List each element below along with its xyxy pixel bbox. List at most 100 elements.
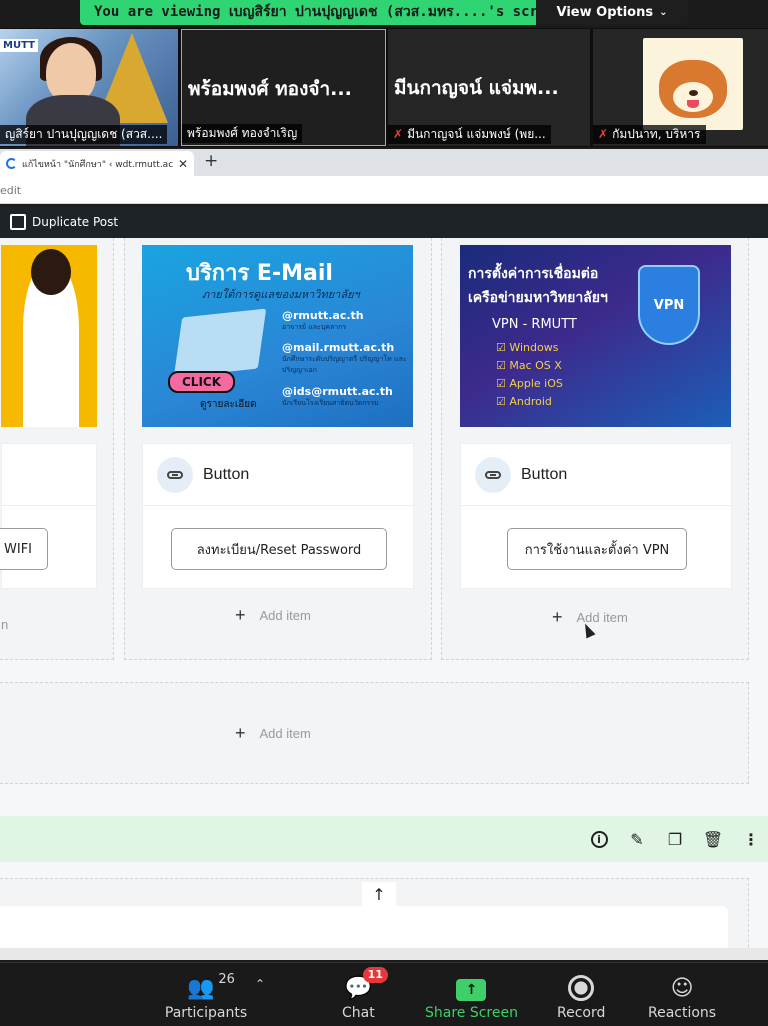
reactions-label: Reactions xyxy=(648,1005,717,1021)
participant-name: ญสิร์ยา ปานปุญญเดช (สวส.... xyxy=(5,127,163,141)
participants-button[interactable]: 👥 26 ⌃ Participants xyxy=(165,969,265,1021)
card-image xyxy=(1,245,97,427)
share-screen-button[interactable]: ↑ Share Screen xyxy=(425,969,518,1021)
builder-column[interactable]: การตั้งค่าการเชื่อมต่อ เครือข่ายมหาวิทยา… xyxy=(441,238,749,660)
url-text: edit xyxy=(0,184,22,197)
section-toolbar: i ✎ ❐ 🗑 ⋮ xyxy=(0,816,768,862)
participant-name: กัมปนาท, บริหาร xyxy=(612,127,701,141)
smiley-icon: ☺ xyxy=(670,976,694,1001)
record-icon-group xyxy=(568,969,595,1001)
share-screen-label: Share Screen xyxy=(425,1005,518,1021)
img-click: CLICK xyxy=(168,371,236,393)
arrow-up-icon[interactable]: ↑ xyxy=(362,882,396,906)
share-icon-group: ↑ xyxy=(456,969,487,1001)
participant-big-name: พร้อมพงศ์ ทองจำ... xyxy=(188,78,352,100)
reset-password-button[interactable]: ลงทะเบียน/Reset Password xyxy=(171,528,387,570)
participant-tile[interactable]: มีนกาญจน์ แจ่มพ... ✗ มีนกาญจน์ แจ่มพงษ์ … xyxy=(388,29,590,146)
add-item-button[interactable]: + Add item xyxy=(235,723,311,744)
add-item-button[interactable]: + Add item xyxy=(235,605,311,626)
wp-admin-bar: Duplicate Post xyxy=(0,206,768,238)
reactions-icon-group: ☺ xyxy=(671,969,694,1001)
new-tab-icon[interactable]: + xyxy=(204,151,218,171)
email-address-item: @ids@rmutt.ac.th นักเรียนโรงเรียนสาธิตนว… xyxy=(282,385,410,409)
button-widget-panel[interactable]: Button การใช้งานและตั้งค่า VPN xyxy=(460,443,732,589)
participants-icon: 👥 xyxy=(187,976,215,1001)
zoom-toolbar: 👥 26 ⌃ Participants 💬 11 Chat ↑ Share Sc… xyxy=(0,962,768,1026)
participant-tile[interactable]: MUTT ญสิร์ยา ปานปุญญเดช (สวส.... xyxy=(0,29,178,146)
os-item: ☑ Apple iOS xyxy=(496,377,563,390)
add-item-label: Add item xyxy=(259,726,311,741)
horizontal-scrollbar[interactable] xyxy=(0,948,768,960)
plus-icon: + xyxy=(552,607,563,627)
avatar xyxy=(643,38,743,130)
record-label: Record xyxy=(557,1005,606,1021)
button-widget-panel[interactable]: WIFI xyxy=(0,443,97,589)
os-item: ☑ Android xyxy=(496,395,552,408)
os-item: ☑ Windows xyxy=(496,341,559,354)
participant-name-tag: ญสิร์ยา ปานปุญญเดช (สวส.... xyxy=(0,125,168,144)
page-builder-canvas: WIFI n บริการ E-Mail ภายใต้การดูแลของมหา… xyxy=(0,238,768,960)
email-service-image[interactable]: บริการ E-Mail ภายใต้การดูแลของมหาวิทยาลั… xyxy=(142,245,413,427)
builder-column[interactable]: WIFI n xyxy=(0,238,114,660)
os-list: ☑ Windows ☑ Mac OS X ☑ Apple iOS ☑ Andro… xyxy=(496,339,563,411)
participant-name: มีนกาญจน์ แจ่มพงษ์ (พย... xyxy=(407,127,546,141)
participant-name-tag: ✗ กัมปนาท, บริหาร xyxy=(593,125,706,144)
panel-header xyxy=(2,444,96,506)
chat-button[interactable]: 💬 11 Chat xyxy=(342,967,388,1021)
address-bar[interactable]: edit xyxy=(0,176,768,204)
share-screen-icon: ↑ xyxy=(456,979,487,1001)
share-banner: You are viewing เบญสิร์ยา ปานปุญญเดช (สว… xyxy=(80,0,688,25)
trash-icon[interactable]: 🗑 xyxy=(702,828,724,850)
os-item: ☑ Mac OS X xyxy=(496,359,562,372)
vpn-setup-button[interactable]: การใช้งานและตั้งค่า VPN xyxy=(507,528,687,570)
zoom-window: You are viewing เบญสิร์ยา ปานปุญญเดช (สว… xyxy=(0,0,768,1026)
head-shape xyxy=(31,249,71,295)
panel-title: Button xyxy=(521,465,568,483)
edit-pencil-icon[interactable]: ✎ xyxy=(626,828,648,850)
vpn-shield-icon: VPN xyxy=(638,265,700,345)
participant-tile-active-speaker[interactable]: พร้อมพงศ์ ทองจำ... พร้อมพงศ์ ทองจำเริญ xyxy=(181,29,386,146)
reactions-button[interactable]: ☺ Reactions xyxy=(648,969,716,1021)
duplicate-icon[interactable]: ❐ xyxy=(664,828,686,850)
builder-row[interactable]: + Add item xyxy=(0,682,749,784)
close-tab-icon[interactable]: ✕ xyxy=(178,157,188,171)
loading-spinner-icon xyxy=(6,158,17,169)
email-address-item: @mail.rmutt.ac.th นักศึกษาระดับปริญญาตรี… xyxy=(282,341,410,376)
browser-tab[interactable]: แก้ไขหน้า "นักศึกษา" ‹ wdt.rmutt.ac ✕ xyxy=(0,151,194,176)
button-label: WIFI xyxy=(4,541,32,557)
duplicate-icon[interactable] xyxy=(10,214,26,230)
plus-icon: + xyxy=(235,605,246,625)
button-widget-panel[interactable]: Button ลงทะเบียน/Reset Password xyxy=(142,443,414,589)
button-label: ลงทะเบียน/Reset Password xyxy=(196,542,362,558)
item-address: @rmutt.ac.th xyxy=(282,309,364,322)
wifi-button[interactable]: WIFI xyxy=(0,528,48,570)
participants-icon-group: 👥 26 ⌃ xyxy=(187,969,265,1001)
builder-column[interactable]: บริการ E-Mail ภายใต้การดูแลของมหาวิทยาลั… xyxy=(124,238,432,660)
plus-icon: + xyxy=(235,723,246,743)
os-label: Android xyxy=(509,395,552,408)
more-vertical-icon[interactable]: ⋮ xyxy=(740,828,762,850)
chevron-down-icon: ⌄ xyxy=(659,7,668,18)
tab-title: แก้ไขหน้า "นักศึกษา" ‹ wdt.rmutt.ac xyxy=(22,159,173,170)
os-label: Windows xyxy=(509,341,559,354)
item-desc: นักเรียนโรงเรียนสาธิตนวัตกรรม xyxy=(282,399,379,407)
item-address: @mail.rmutt.ac.th xyxy=(282,341,395,354)
duplicate-post-link[interactable]: Duplicate Post xyxy=(32,215,118,229)
panel-title: Button xyxy=(203,465,250,483)
participant-name-tag: ✗ มีนกาญจน์ แจ่มพงษ์ (พย... xyxy=(388,125,551,144)
chevron-up-icon[interactable]: ⌃ xyxy=(255,977,265,991)
img-subtitle: ภายใต้การดูแลของมหาวิทยาลัยฯ xyxy=(202,288,360,301)
chat-label: Chat xyxy=(342,1005,375,1021)
item-desc: นักศึกษาระดับปริญญาตรี ปริญญาโท และปริญญ… xyxy=(282,355,407,374)
button-label: การใช้งานและตั้งค่า VPN xyxy=(524,542,670,558)
info-icon[interactable]: i xyxy=(588,828,610,850)
banner-text: You are viewing เบญสิร์ยา ปานปุญญเดช (สว… xyxy=(80,0,536,25)
add-item-button[interactable]: n xyxy=(1,617,8,632)
participant-tile[interactable]: ✗ กัมปนาท, บริหาร xyxy=(593,29,768,146)
vpn-setup-image[interactable]: การตั้งค่าการเชื่อมต่อ เครือข่ายมหาวิทยา… xyxy=(460,245,731,427)
add-item-label: Add item xyxy=(259,608,311,623)
record-button[interactable]: Record xyxy=(557,969,605,1021)
participant-name-tag: พร้อมพงศ์ ทองจำเริญ xyxy=(182,124,303,143)
view-options-button[interactable]: View Options ⌄ xyxy=(536,0,688,25)
record-icon xyxy=(568,975,595,1001)
